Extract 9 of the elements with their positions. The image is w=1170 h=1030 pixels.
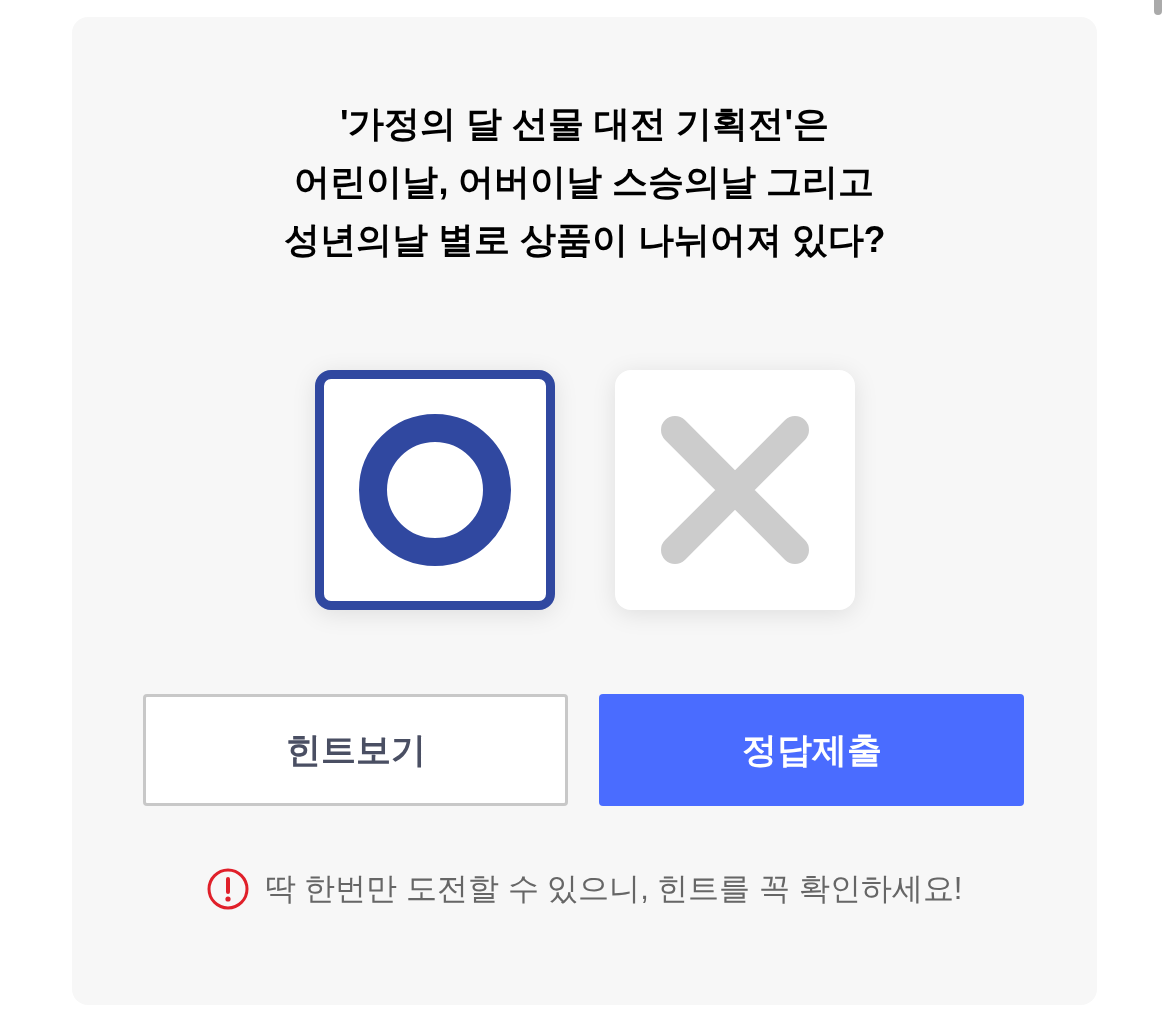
notice-text: 딱 한번만 도전할 수 있으니, 힌트를 꼭 확인하세요! [264, 870, 963, 908]
cross-icon [660, 416, 809, 564]
question-text: '가정의 달 선물 대전 기획전'은 어린이날, 어버이날 스승의날 그리고 성년의날 별로 상품이 나뉘어져 있다? [283, 102, 886, 262]
ring-icon [358, 414, 511, 566]
submit-button[interactable]: 정답제출 [599, 694, 1024, 806]
exclamation-icon [206, 868, 249, 910]
answer-option[interactable] [314, 370, 555, 610]
scrollbar-thumb [1154, 0, 1162, 15]
hint-button[interactable]: 힌트보기 [143, 694, 568, 806]
